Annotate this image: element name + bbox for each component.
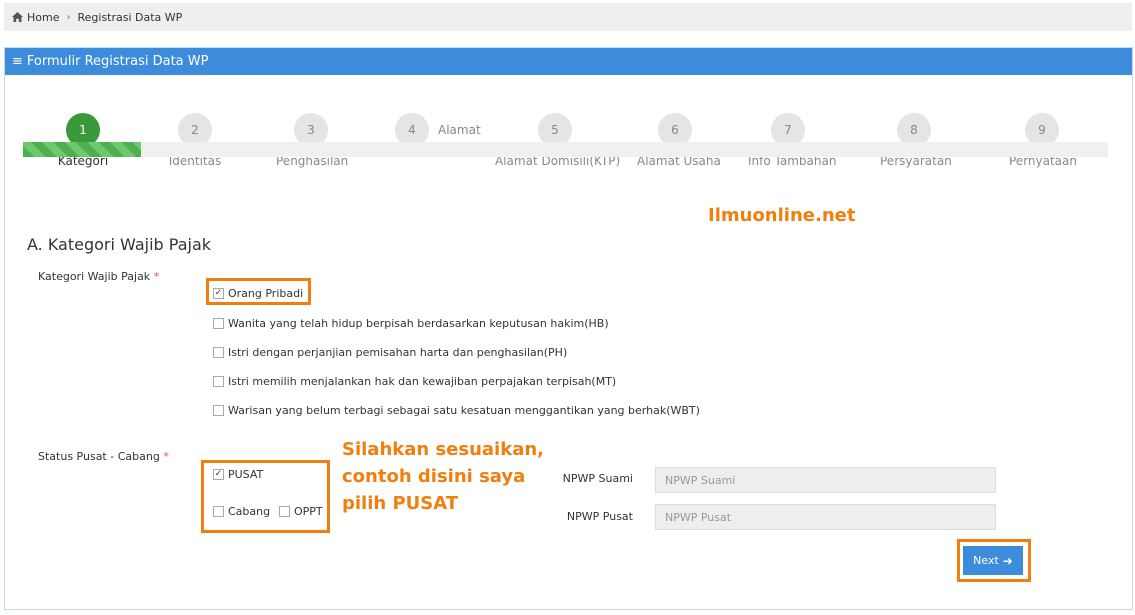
checkbox-wbt[interactable]: Warisan yang belum terbagi sebagai satu … xyxy=(213,404,700,417)
checkbox-icon[interactable] xyxy=(213,506,224,517)
home-icon[interactable] xyxy=(12,12,23,22)
step-persyaratan[interactable]: 8 Persyaratan xyxy=(880,113,952,168)
step-info-tambahan[interactable]: 7 Info Tambahan xyxy=(748,113,836,168)
checkbox-ph[interactable]: Istri dengan perjanjian pemisahan harta … xyxy=(213,346,567,359)
npwp-pusat-input[interactable] xyxy=(655,504,996,530)
checkbox-hb[interactable]: Wanita yang telah hidup berpisah berdasa… xyxy=(213,317,609,330)
step-label: Alamat xyxy=(438,123,481,137)
checkbox-mt[interactable]: Istri memilih menjalankan hak dan kewaji… xyxy=(213,375,616,388)
next-button[interactable]: Next ➜ xyxy=(963,546,1023,575)
progress-bar xyxy=(23,142,1108,157)
breadcrumb-current: Registrasi Data WP xyxy=(77,10,183,24)
npwp-suami-label: NPWP Suami xyxy=(562,472,633,485)
checkbox-cabang[interactable]: Cabang xyxy=(213,505,270,518)
checkbox-orang-pribadi[interactable]: ✓ Orang Pribadi xyxy=(213,287,303,300)
kategori-label: Kategori Wajib Pajak * xyxy=(38,270,160,283)
panel-title: Formulir Registrasi Data WP xyxy=(26,54,209,69)
breadcrumb: Home › Registrasi Data WP xyxy=(4,3,1132,31)
checkbox-icon[interactable] xyxy=(213,318,224,329)
checkbox-oppt[interactable]: OPPT xyxy=(279,505,323,518)
checkbox-icon[interactable] xyxy=(213,405,224,416)
breadcrumb-home-link[interactable]: Home xyxy=(27,11,59,24)
step-identitas[interactable]: 2 Identitas xyxy=(165,113,225,168)
panel-header: ≡ Formulir Registrasi Data WP xyxy=(5,48,1132,75)
step-alamat-label-wrap: Alamat xyxy=(438,123,481,137)
chevron-right-icon: › xyxy=(66,11,71,23)
step-alamat-domisili[interactable]: 5 Alamat Domisili(KTP) xyxy=(495,113,620,168)
checkbox-pusat[interactable]: ✓ PUSAT xyxy=(213,468,263,481)
section-title: A. Kategori Wajib Pajak xyxy=(27,235,212,254)
instruction-annotation: Silahkan sesuaikan, contoh disini saya p… xyxy=(342,439,544,514)
watermark-text: Ilmuonline.net xyxy=(708,205,856,226)
status-label: Status Pusat - Cabang * xyxy=(38,450,169,463)
step-pernyataan[interactable]: 9 Pernyataan xyxy=(1009,113,1077,168)
checkbox-checked-icon[interactable]: ✓ xyxy=(213,288,224,299)
npwp-pusat-label: NPWP Pusat xyxy=(566,510,633,523)
menu-icon: ≡ xyxy=(12,54,23,69)
step-penghasilan[interactable]: 3 Penghasilan xyxy=(276,113,348,168)
checkbox-icon[interactable] xyxy=(213,376,224,387)
progress-fill xyxy=(23,142,142,157)
checkbox-icon[interactable] xyxy=(279,506,290,517)
npwp-suami-input[interactable] xyxy=(655,467,996,493)
step-kategori[interactable]: 1 Kategori xyxy=(55,113,111,168)
arrow-right-icon: ➜ xyxy=(1002,553,1013,568)
checkbox-icon[interactable] xyxy=(213,347,224,358)
step-alamat-usaha[interactable]: 6 Alamat Usaha xyxy=(637,113,721,168)
checkbox-checked-icon[interactable]: ✓ xyxy=(213,469,224,480)
